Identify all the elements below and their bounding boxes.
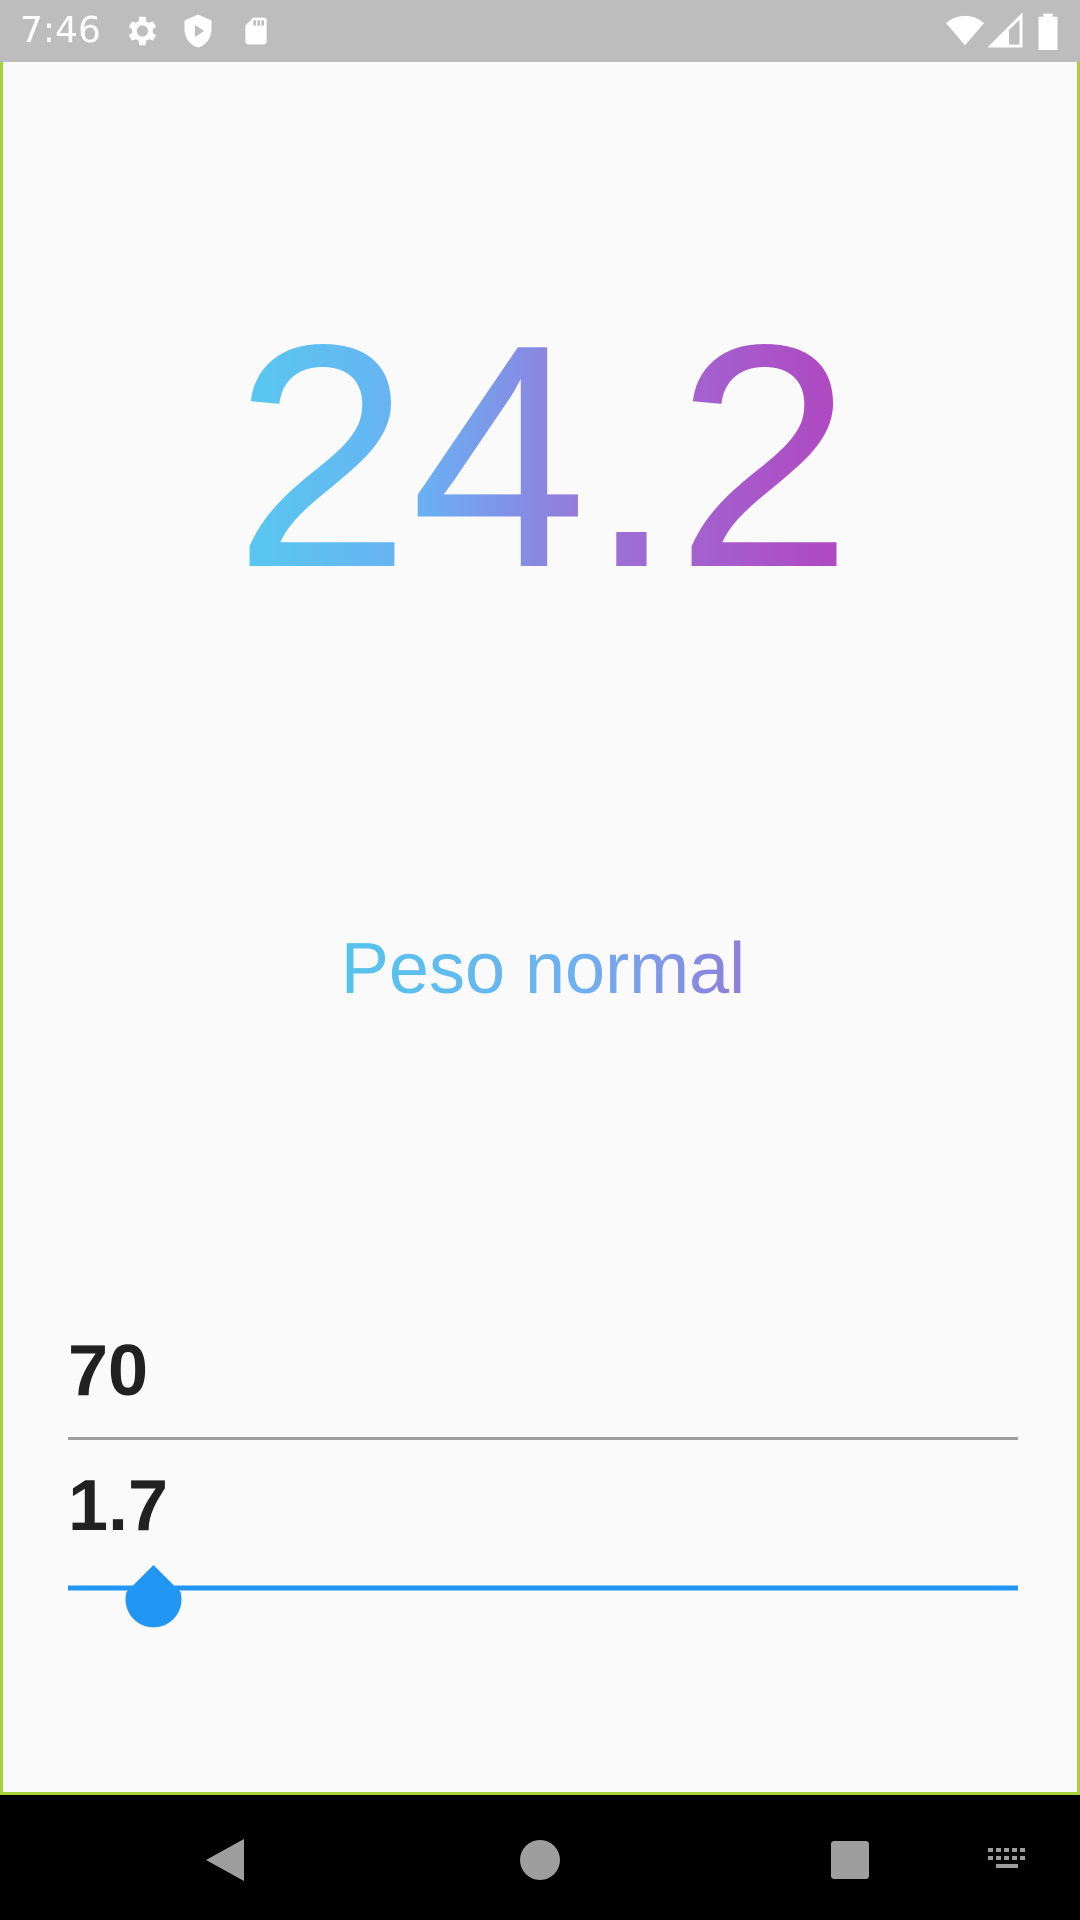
navigation-bar [0,1795,1080,1920]
status-time: 7:46 [20,10,101,51]
app-screen: 24.2 Peso normal 70 1.7 [0,0,1080,1795]
bmi-value: 24.2 [3,288,1080,588]
recents-icon [831,1841,869,1879]
home-button[interactable] [505,1825,575,1895]
status-bar: 7:46 [0,0,1080,62]
shield-play-icon [184,14,212,48]
settings-icon [128,16,157,46]
height-value: 1.7 [68,1466,169,1546]
bmi-category: Peso normal [3,908,1080,1028]
battery-icon [1038,13,1058,50]
keyboard-icon [988,1848,1025,1868]
back-button[interactable] [190,1825,260,1895]
recents-button[interactable] [815,1825,885,1895]
bmi-category-text: Peso normal [341,929,745,1009]
back-icon [206,1839,244,1881]
sd-card-icon [245,17,267,45]
bmi-value-graphic: 24.2 [234,288,853,588]
bmi-value-text: 24.2 [234,288,853,588]
height-slider[interactable] [68,1543,1018,1633]
signal-icon [988,12,1023,48]
weight-field[interactable]: 70 [68,1308,1018,1440]
wifi-icon [946,15,984,46]
keyboard-button[interactable] [973,1825,1043,1895]
slider-thumb[interactable] [125,1565,182,1628]
weight-value: 70 [68,1331,149,1411]
home-icon [520,1840,560,1880]
bmi-category-graphic: Peso normal [341,929,745,1009]
